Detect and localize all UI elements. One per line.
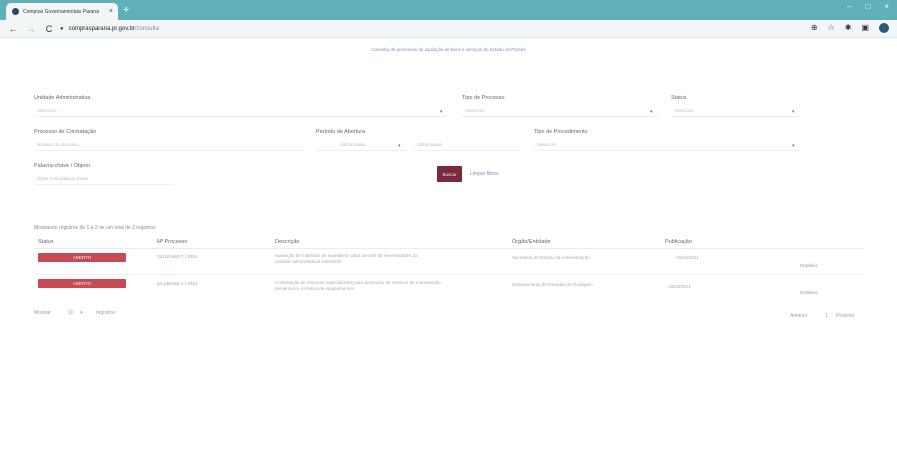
periodo-fim-input[interactable]: dd/mm/aaaa: [414, 139, 520, 151]
browser-toolbar: ← → C ● comprasparana.pr.gov.br /consult…: [0, 20, 897, 38]
row-divider: [34, 274, 864, 275]
prev-page-button[interactable]: Anterior: [790, 313, 808, 319]
descricao-line-2: preventiva e corretiva de equipamentos: [275, 286, 354, 291]
address-bar[interactable]: ● comprasparana.pr.gov.br /consulta: [60, 23, 159, 35]
header-publicacao[interactable]: Publicação: [665, 239, 692, 245]
site-favicon-icon: [12, 8, 19, 15]
procedimento-label: Tipo de Procedimento: [534, 129, 588, 135]
unidade-select[interactable]: Selecione: [34, 105, 446, 117]
header-divider: [34, 248, 864, 249]
processo-placeholder: Número do processo: [37, 142, 79, 147]
url-host: comprasparana.pr.gov.br: [68, 26, 135, 32]
per-page-label: registros: [96, 310, 116, 316]
detalhes-link[interactable]: Detalhes: [800, 290, 818, 296]
descricao-line-2: unidade administrativa solicitante: [275, 259, 342, 264]
header-processo[interactable]: Nº Processo: [157, 239, 187, 245]
clear-filters-link[interactable]: Limpar filtros: [470, 171, 499, 177]
next-page-button[interactable]: Próximo: [836, 313, 854, 319]
tipo-select[interactable]: Selecione: [462, 105, 658, 117]
status-label: Status: [671, 95, 687, 101]
header-status[interactable]: Status: [38, 239, 54, 245]
lock-icon[interactable]: ●: [60, 26, 64, 32]
toolbar-actions: ⊕ ☆ ✱ ▣: [811, 23, 889, 33]
status-badge: ABERTO: [38, 253, 126, 262]
periodo-label: Período de Abertura: [316, 129, 366, 135]
page-size-select[interactable]: 10: [68, 310, 74, 316]
processo-number-link[interactable]: 24.010.693-7 / 2024: [157, 254, 197, 260]
processo-input[interactable]: Número do processo: [34, 139, 304, 151]
periodo-inicio-placeholder: dd/mm/aaaa: [340, 142, 366, 147]
forward-icon[interactable]: →: [26, 24, 36, 34]
chevron-down-icon: ▾: [80, 310, 83, 316]
chevron-down-icon: ▾: [398, 143, 401, 149]
processo-label: Processo de Contratação: [34, 129, 97, 135]
detalhes-link[interactable]: Detalhes: [800, 263, 818, 269]
status-select[interactable]: Selecione: [671, 105, 801, 117]
status-badge: ABERTO: [38, 279, 126, 288]
procedimento-select[interactable]: Selecione: [534, 139, 801, 151]
status-placeholder: Selecione: [674, 108, 694, 113]
header-descricao[interactable]: Descrição: [275, 239, 299, 245]
tipo-label: Tipo de Processo: [462, 95, 505, 101]
palavra-label: Palavra-chave / Objeto: [34, 163, 90, 169]
reload-icon[interactable]: C: [44, 24, 54, 34]
back-icon[interactable]: ←: [8, 24, 18, 34]
extensions-icon[interactable]: ✱: [845, 23, 852, 33]
orgao-cell: Secretaria de Estado da Administração: [512, 255, 590, 260]
close-window-button[interactable]: ×: [884, 2, 889, 11]
results-info: Mostrando registros de 1 a 2 de um total…: [34, 225, 156, 231]
periodo-inicio-input[interactable]: dd/mm/aaaa: [316, 139, 408, 151]
chevron-down-icon: ▾: [440, 109, 443, 115]
unidade-label: Unidade Administrativa: [34, 95, 91, 101]
browser-tab[interactable]: Compras Governamentais Paraná ×: [6, 3, 118, 20]
publicacao-cell: 18/03/2024: [668, 284, 691, 289]
url-path: /consulta: [134, 26, 159, 32]
tab-close-icon[interactable]: ×: [109, 8, 113, 15]
browser-tabstrip: Compras Governamentais Paraná × + ‒ □ ×: [0, 0, 897, 20]
tipo-placeholder: Selecione: [465, 108, 485, 113]
orgao-cell: Departamento de Estradas de Rodagem: [512, 282, 593, 287]
publicacao-cell: 15/03/2024: [676, 255, 699, 260]
processo-number-link[interactable]: 24.108.552-1 / 2024: [157, 281, 197, 287]
maximize-button[interactable]: □: [865, 2, 870, 11]
unidade-placeholder: Selecione: [37, 108, 57, 113]
palavra-placeholder: Digite uma palavra-chave: [37, 176, 89, 181]
search-button[interactable]: Buscar: [437, 166, 462, 182]
current-page[interactable]: 1: [825, 313, 828, 319]
bookmark-star-icon[interactable]: ☆: [828, 23, 835, 33]
periodo-fim-placeholder: dd/mm/aaaa: [417, 142, 443, 147]
page-size-label: Mostrar: [34, 310, 51, 316]
tab-title: Compras Governamentais Paraná: [23, 8, 99, 15]
new-tab-button[interactable]: +: [123, 3, 129, 17]
palavra-input[interactable]: Digite uma palavra-chave: [34, 173, 174, 185]
window-controls: ‒ □ ×: [847, 2, 889, 11]
header-orgao[interactable]: Órgão/Entidade: [512, 239, 551, 245]
profile-avatar[interactable]: [879, 23, 889, 33]
sidepanel-icon[interactable]: ▣: [861, 23, 869, 33]
page-banner: Consulta de processos de aquisição de be…: [371, 47, 526, 52]
chevron-down-icon: ▾: [650, 109, 653, 115]
minimize-button[interactable]: ‒: [847, 2, 851, 11]
procedimento-placeholder: Selecione: [537, 142, 557, 147]
chevron-down-icon: ▾: [792, 109, 795, 115]
zoom-icon[interactable]: ⊕: [811, 23, 818, 33]
chevron-down-icon: ▾: [792, 143, 795, 149]
